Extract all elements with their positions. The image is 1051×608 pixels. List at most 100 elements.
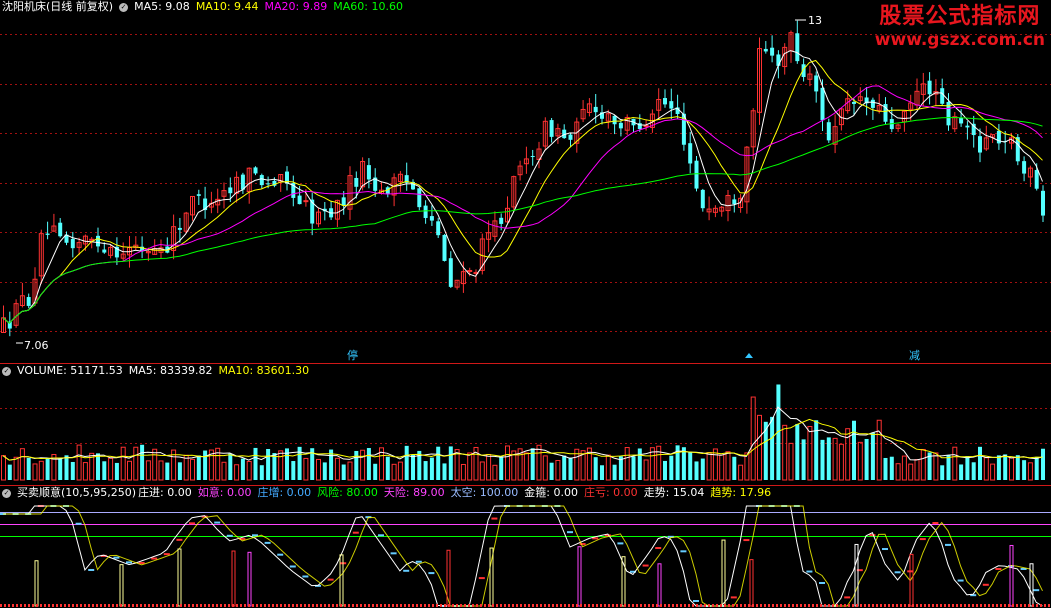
baseline-tick — [1024, 604, 1026, 607]
baseline-tick — [964, 604, 966, 607]
chart-stage — [0, 19, 1051, 607]
volume-bar — [96, 453, 100, 480]
baseline-tick — [656, 604, 658, 607]
volume-bar — [946, 455, 951, 480]
baseline-tick — [560, 604, 562, 607]
volume-bar — [411, 454, 415, 480]
volume-bar — [694, 461, 699, 480]
candle-body — [26, 297, 31, 306]
baseline-tick — [1004, 604, 1006, 607]
volume-bar — [7, 464, 12, 480]
volume-bar — [908, 463, 914, 481]
baseline-tick — [316, 604, 318, 607]
baseline-tick — [812, 604, 814, 607]
signal-column — [749, 559, 754, 607]
volume-bar — [523, 452, 529, 481]
baseline-tick — [896, 604, 898, 607]
volume-bar — [404, 445, 409, 480]
baseline-tick — [320, 604, 322, 607]
baseline-tick — [0, 604, 2, 607]
candle-body — [102, 249, 107, 253]
baseline-tick — [908, 604, 910, 607]
volume-bar — [857, 441, 863, 481]
volume-bar — [656, 445, 662, 481]
volume-ma10-line — [2, 418, 1043, 461]
baseline-tick — [1008, 604, 1010, 607]
volume-bar — [593, 457, 598, 480]
baseline-tick — [1020, 604, 1022, 607]
volume-bar — [45, 458, 50, 480]
baseline-tick — [32, 604, 34, 607]
volume-bar — [467, 452, 473, 481]
candle-body — [618, 122, 623, 129]
volume-bar — [108, 457, 114, 481]
baseline-tick — [124, 604, 126, 607]
baseline-tick — [888, 604, 890, 607]
candle-body — [694, 160, 699, 189]
candle-body — [763, 48, 768, 52]
volume-bar — [883, 457, 888, 480]
vol-ma10-label: MA10: 83601.30 — [218, 364, 310, 377]
volume-bar — [864, 438, 869, 480]
settings-icon[interactable]: ✓ — [119, 3, 129, 12]
baseline-tick — [544, 604, 546, 607]
settings-icon[interactable]: ✓ — [2, 489, 11, 498]
baseline-tick — [944, 604, 946, 607]
volume-bar — [663, 460, 667, 480]
baseline-tick — [76, 604, 78, 607]
baseline-tick — [628, 604, 630, 607]
candle-body — [96, 235, 100, 247]
baseline-tick — [216, 604, 218, 607]
baseline-tick — [372, 604, 374, 607]
volume-bar — [706, 452, 712, 481]
baseline-tick — [784, 604, 786, 607]
volume-bar — [732, 456, 737, 480]
baseline-tick — [132, 604, 134, 607]
baseline-tick — [280, 604, 282, 607]
baseline-tick — [952, 604, 954, 607]
ruyi-label: 如意: 0.00 — [197, 486, 252, 499]
baseline-tick — [424, 604, 426, 607]
baseline-tick — [308, 604, 310, 607]
candle-body — [89, 238, 95, 241]
volume-bar — [373, 463, 378, 480]
baseline-tick — [608, 604, 610, 607]
volume-bar — [334, 457, 340, 481]
candle-body — [700, 189, 705, 209]
candle-body — [549, 120, 554, 137]
baseline-tick — [184, 604, 186, 607]
volume-bar — [675, 445, 680, 480]
zhuangjin-label: 庄进: 0.00 — [138, 486, 192, 499]
baseline-tick — [492, 604, 494, 607]
baseline-tick — [1048, 604, 1050, 607]
baseline-tick — [16, 604, 18, 607]
baseline-tick — [92, 604, 94, 607]
baseline-tick — [772, 604, 774, 607]
indicator-name: 买卖顺意(10,5,95,250) — [17, 486, 137, 499]
settings-icon[interactable]: ✓ — [2, 367, 11, 376]
baseline-tick — [552, 604, 554, 607]
baseline-tick — [876, 604, 878, 607]
volume-bar — [750, 396, 756, 481]
baseline-tick — [200, 604, 202, 607]
candle-body — [70, 238, 75, 249]
qushi-label: 趋势: 17.96 — [710, 486, 772, 499]
baseline-tick — [352, 604, 354, 607]
volume-bar — [38, 460, 44, 481]
baseline-tick — [468, 604, 470, 607]
ma60-line — [2, 116, 1043, 324]
baseline-tick — [144, 604, 146, 607]
watermark-title: 股票公式指标网 — [879, 4, 1041, 29]
volume-bar — [158, 460, 164, 481]
baseline-tick — [984, 604, 986, 607]
volume-header: ✓ VOLUME: 51171.53 MA5: 83339.82 MA10: 8360… — [2, 364, 315, 378]
baseline-tick — [300, 604, 302, 607]
baseline-tick — [660, 604, 662, 607]
baseline-tick — [204, 604, 206, 607]
candle-body — [940, 88, 945, 104]
baseline-tick — [56, 604, 58, 607]
baseline-tick — [396, 604, 398, 607]
baseline-tick — [176, 604, 178, 607]
baseline-tick — [344, 604, 346, 607]
baseline-tick — [520, 604, 522, 607]
